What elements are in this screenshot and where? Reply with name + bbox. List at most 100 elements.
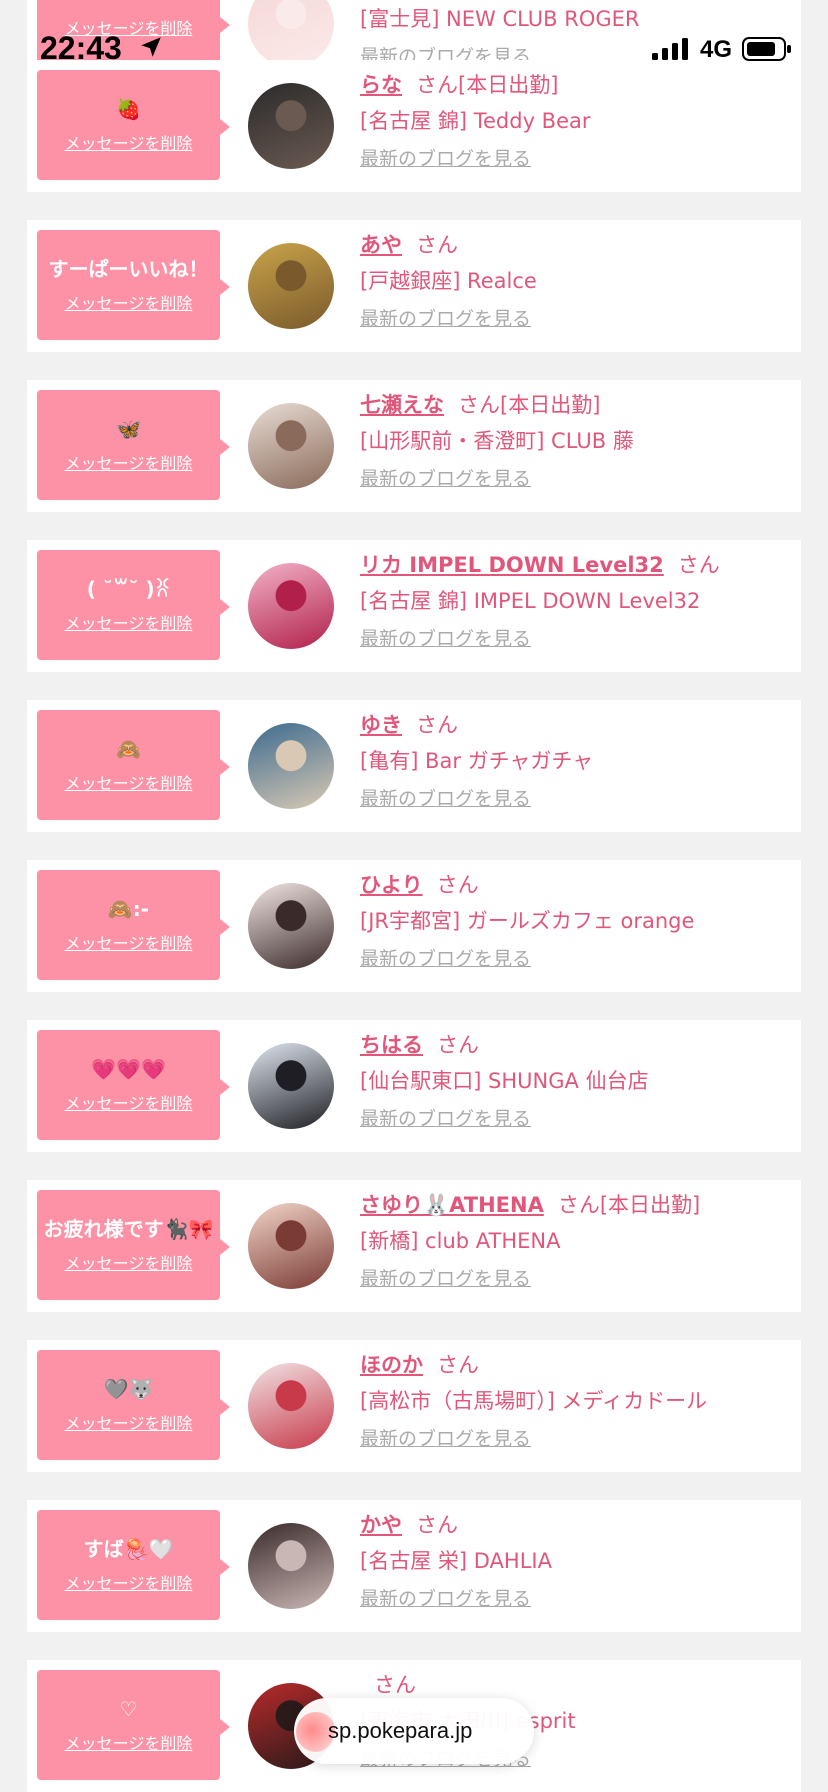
cast-info: かや さん [名古屋 栄] DAHLIA 最新のブログを見る (360, 1510, 791, 1612)
message-box: ( ˘꒳˘ )ꐦ メッセージを削除 (37, 550, 230, 660)
cast-name-line: ゆき さん (360, 710, 791, 740)
delete-message-link[interactable]: メッセージを削除 (65, 1090, 193, 1114)
cast-card: 🦋 メッセージを削除 七瀬えな さん[本日出勤] [山形駅前・香澄町] CLUB … (27, 380, 801, 512)
message-box: 🙈:- メッセージを削除 (37, 870, 230, 980)
cast-info: あや さん [戸越銀座] Realce 最新のブログを見る (360, 230, 791, 332)
cast-name-line: ほのか さん (360, 1350, 791, 1380)
delete-message-link[interactable]: メッセージを削除 (65, 610, 193, 634)
delete-message-link[interactable]: メッセージを削除 (65, 1410, 193, 1434)
message-box: 🩶🐺 メッセージを削除 (37, 1350, 230, 1460)
cast-name-link[interactable]: ほのか (360, 1353, 423, 1377)
cast-avatar[interactable] (248, 563, 334, 649)
honorific-label: さん (437, 1033, 479, 1057)
latest-blog-link[interactable]: 最新のブログを見る (360, 466, 791, 492)
honorific-label: さん (677, 553, 720, 577)
cast-name-link[interactable]: さゆり🐰ATHENA (360, 1193, 544, 1217)
cast-card: すば🪼🤍 メッセージを削除 かや さん [名古屋 栄] DAHLIA 最新のブログ… (27, 1500, 801, 1632)
cast-name-link[interactable]: 七瀬えな (360, 393, 444, 417)
shop-location: [亀有] Bar ガチャガチャ (360, 749, 594, 773)
cast-info: さゆり🐰ATHENA さん[本日出勤] [新橋] club ATHENA 最新のブ… (360, 1190, 791, 1292)
cast-avatar[interactable] (248, 403, 334, 489)
cast-name-link[interactable]: ちはる (360, 1033, 423, 1057)
shift-status: [本日出勤] (500, 393, 601, 417)
cast-info: ちはる さん [仙台駅東口] SHUNGA 仙台店 最新のブログを見る (360, 1030, 791, 1132)
cast-card: 🙈 メッセージを削除 ゆき さん [亀有] Bar ガチャガチャ 最新のブログを見… (27, 700, 801, 832)
message-box: お疲れ様です🐈‍⬛🎀 メッセージを削除 (37, 1190, 230, 1300)
cast-avatar[interactable] (248, 1363, 334, 1449)
latest-blog-link[interactable]: 最新のブログを見る (360, 146, 791, 172)
latest-blog-link[interactable]: 最新のブログを見る (360, 626, 791, 652)
shop-location: [名古屋 錦] Teddy Bear (360, 109, 591, 133)
cast-avatar[interactable] (248, 1043, 334, 1129)
honorific-label: さん (416, 73, 458, 97)
shop-location: [JR宇都宮] ガールズカフェ orange (360, 909, 695, 933)
cast-name-line: さゆり🐰ATHENA さん[本日出勤] (360, 1190, 791, 1220)
message-text: 💗💗💗 (91, 1057, 166, 1081)
latest-blog-link[interactable]: 最新のブログを見る (360, 946, 791, 972)
shop-location: [名古屋 錦] IMPEL DOWN Level32 (360, 589, 701, 613)
honorific-label: さん (374, 1673, 416, 1697)
cast-avatar[interactable] (248, 1523, 334, 1609)
delete-message-link[interactable]: メッセージを削除 (65, 770, 193, 794)
cast-avatar[interactable] (248, 1203, 334, 1289)
latest-blog-link[interactable]: 最新のブログを見る (360, 306, 791, 332)
shop-location: [富士見] NEW CLUB ROGER (360, 7, 640, 31)
message-text: ( ˘꒳˘ )ꐦ (86, 577, 171, 601)
honorific-label: さん (416, 713, 458, 737)
honorific-label: さん (437, 1353, 479, 1377)
message-text: 🩶🐺 (103, 1377, 154, 1401)
shop-location: [仙台駅東口] SHUNGA 仙台店 (360, 1069, 649, 1093)
delete-message-link[interactable]: メッセージを削除 (65, 450, 193, 474)
latest-blog-link[interactable]: 最新のブログを見る (360, 1266, 791, 1292)
cast-info: ゆき さん [亀有] Bar ガチャガチャ 最新のブログを見る (360, 710, 791, 812)
message-text: 🦋 (116, 417, 141, 441)
cast-card: 🍓 メッセージを削除 らな さん[本日出勤] [名古屋 錦] Teddy Bear… (27, 60, 801, 192)
delete-message-link[interactable]: メッセージを削除 (65, 930, 193, 954)
cast-avatar[interactable] (248, 883, 334, 969)
message-box: 🍓 メッセージを削除 (37, 70, 230, 180)
cast-avatar[interactable] (248, 243, 334, 329)
honorific-label: さん (416, 233, 458, 257)
message-text: 🙈:- (107, 897, 150, 921)
cast-info: らな さん[本日出勤] [名古屋 錦] Teddy Bear 最新のブログを見る (360, 70, 791, 172)
cast-avatar[interactable] (248, 83, 334, 169)
cast-name-link[interactable]: ひより (360, 873, 423, 897)
cast-card: お疲れ様です🐈‍⬛🎀 メッセージを削除 さゆり🐰ATHENA さん[本日出勤] [… (27, 1180, 801, 1312)
delete-message-link[interactable]: メッセージを削除 (65, 1250, 193, 1274)
cast-info: ほのか さん [高松市（古馬場町）] メディカドール 最新のブログを見る (360, 1350, 791, 1452)
latest-blog-link[interactable]: 最新のブログを見る (360, 1426, 791, 1452)
delete-message-link[interactable]: メッセージを削除 (65, 1730, 193, 1754)
delete-message-link[interactable]: メッセージを削除 (65, 290, 193, 314)
cast-card: ( ˘꒳˘ )ꐦ メッセージを削除 リカ IMPEL DOWN Level32 さ… (27, 540, 801, 672)
cast-name-link[interactable]: らな (360, 73, 402, 97)
delete-message-link[interactable]: メッセージを削除 (65, 15, 193, 39)
honorific-label: さん (557, 1193, 600, 1217)
message-text: 🍓 (116, 97, 141, 121)
cast-name-line: かや さん (360, 1510, 791, 1540)
honorific-label: さん (416, 1513, 458, 1537)
cast-card: すーぱーいいね！ メッセージを削除 あや さん [戸越銀座] Realce 最新の… (27, 220, 801, 352)
latest-blog-link[interactable]: 最新のブログを見る (360, 1586, 791, 1612)
cast-name-link[interactable]: かや (360, 1513, 402, 1537)
message-text: ♡ (119, 1697, 138, 1721)
cast-card: 💗💗💗 メッセージを削除 ちはる さん [仙台駅東口] SHUNGA 仙台店 最新… (27, 1020, 801, 1152)
delete-message-link[interactable]: メッセージを削除 (65, 1570, 193, 1594)
message-text: すーぱーいいね！ (48, 257, 209, 281)
shop-location: [高松市（古馬場町）] メディカドール (360, 1389, 708, 1413)
cast-card: 🩶🐺 メッセージを削除 ほのか さん [高松市（古馬場町）] メディカドール 最新… (27, 1340, 801, 1472)
cast-name-link[interactable]: リカ IMPEL DOWN Level32 (360, 553, 664, 577)
delete-message-link[interactable]: メッセージを削除 (65, 130, 193, 154)
cast-name-line: ひより さん (360, 870, 791, 900)
latest-blog-link[interactable]: 最新のブログを見る (360, 1106, 791, 1132)
shift-status: [本日出勤] (458, 73, 559, 97)
cast-name-link[interactable]: あや (360, 233, 402, 257)
shop-location: [戸越銀座] Realce (360, 269, 537, 293)
cast-avatar[interactable] (248, 723, 334, 809)
cast-name-link[interactable]: ゆき (360, 713, 402, 737)
latest-blog-link[interactable]: 最新のブログを見る (360, 786, 791, 812)
message-box: ♡ メッセージを削除 (37, 1670, 230, 1780)
url-bar[interactable]: sp.pokepara.jp (294, 1698, 534, 1764)
cast-avatar[interactable] (248, 0, 334, 67)
message-text: お疲れ様です🐈‍⬛🎀 (43, 1217, 214, 1241)
url-text: sp.pokepara.jp (328, 1718, 473, 1743)
